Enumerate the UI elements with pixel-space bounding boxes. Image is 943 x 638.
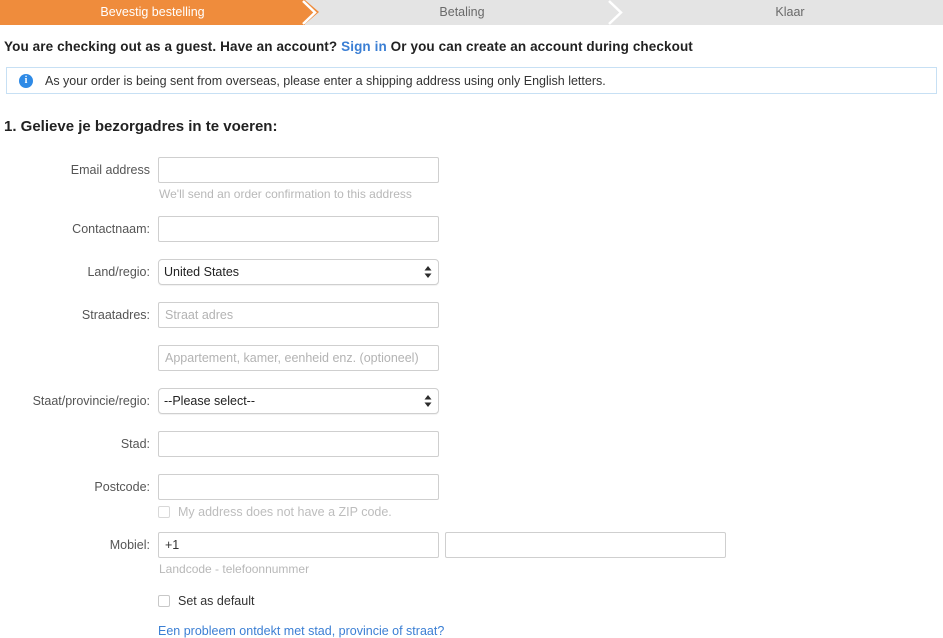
info-banner-text: As your order is being sent from oversea… (45, 73, 606, 88)
street-address-2-field[interactable] (158, 345, 439, 371)
shipping-address-form: Email address We'll send an order confir… (0, 157, 943, 638)
form-row-mobile: Mobiel: Landcode - telefoonnummer Set as… (0, 532, 943, 638)
country-select[interactable]: United States (158, 259, 439, 285)
step-betaling[interactable]: Betaling (319, 0, 605, 25)
no-zip-code-checkbox-row[interactable]: My address does not have a ZIP code. (158, 505, 439, 519)
phone-number-field[interactable] (445, 532, 726, 558)
form-row-street: Straatadres: (0, 302, 943, 328)
sign-in-link[interactable]: Sign in (341, 39, 387, 54)
step-label: Klaar (775, 5, 805, 19)
info-circle-icon: i (19, 73, 33, 88)
checkout-progress-steps: Bevestig bestelling Betaling Klaar (0, 0, 943, 25)
step-bevestig-bestelling[interactable]: Bevestig bestelling (0, 0, 319, 25)
street-address-field[interactable] (158, 302, 439, 328)
postcode-field[interactable] (158, 474, 439, 500)
step-label: Bevestig bestelling (100, 5, 205, 19)
mobile-helper-text: Landcode - telefoonnummer (159, 562, 310, 576)
contact-name-label: Contactnaam: (72, 222, 150, 236)
overseas-shipping-info-banner: i As your order is being sent from overs… (6, 67, 937, 94)
guest-notice-after: Or you can create an account during chec… (390, 39, 693, 54)
guest-checkout-notice: You are checking out as a guest. Have an… (4, 39, 943, 54)
form-row-postcode: Postcode: My address does not have a ZIP… (0, 474, 943, 519)
set-as-default-checkbox[interactable] (158, 595, 170, 607)
form-row-street2 (0, 345, 943, 371)
set-as-default-label: Set as default (178, 594, 255, 608)
step-label: Betaling (439, 5, 485, 19)
contact-name-field[interactable] (158, 216, 439, 242)
report-address-problem-link[interactable]: Een probleem ontdekt met stad, provincie… (158, 624, 726, 638)
step-klaar[interactable]: Klaar (637, 0, 943, 25)
email-field[interactable] (158, 157, 439, 183)
guest-notice-before: You are checking out as a guest. Have an… (4, 39, 338, 54)
city-label: Stad: (120, 437, 150, 451)
step-chevron-separator-2 (603, 0, 629, 25)
postcode-label: Postcode: (94, 480, 150, 494)
no-zip-code-checkbox[interactable] (158, 506, 170, 518)
form-row-country: Land/regio: United States (0, 259, 943, 285)
form-row-state: Staat/provincie/regio: --Please select-- (0, 388, 943, 414)
mobile-label: Mobiel: (109, 538, 150, 552)
country-label: Land/regio: (87, 265, 150, 279)
form-row-city: Stad: (0, 431, 943, 457)
form-row-email: Email address We'll send an order confir… (0, 157, 943, 202)
no-zip-code-label: My address does not have a ZIP code. (178, 505, 392, 519)
set-as-default-checkbox-row[interactable]: Set as default (158, 594, 726, 608)
state-label: Staat/provincie/regio: (32, 394, 150, 408)
phone-country-code-field[interactable] (158, 532, 439, 558)
street-label: Straatadres: (81, 308, 150, 322)
form-row-contact-name: Contactnaam: (0, 216, 943, 242)
email-helper-text: We'll send an order confirmation to this… (159, 187, 412, 201)
page-title: 1. Gelieve je bezorgadres in te voeren: (4, 118, 278, 135)
city-field[interactable] (158, 431, 439, 457)
state-select[interactable]: --Please select-- (158, 388, 439, 414)
email-label: Email address (70, 163, 150, 177)
